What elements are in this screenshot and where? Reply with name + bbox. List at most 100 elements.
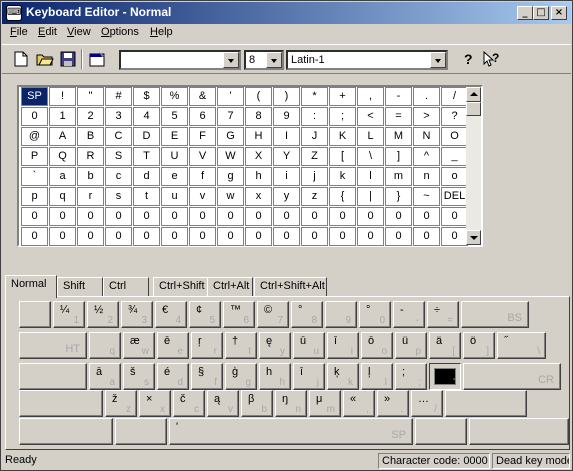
- keyboard-key[interactable]: 9: [325, 301, 357, 328]
- char-cell[interactable]: /: [441, 87, 468, 106]
- char-cell[interactable]: 9: [273, 107, 300, 126]
- char-cell[interactable]: A: [49, 127, 76, 146]
- char-cell[interactable]: X: [245, 147, 272, 166]
- char-cell[interactable]: 4: [133, 107, 160, 126]
- char-cell[interactable]: x: [245, 187, 272, 206]
- keyboard-key[interactable]: ».: [377, 390, 409, 417]
- char-cell[interactable]: e: [161, 167, 188, 186]
- keyboard-key[interactable]: ½2: [87, 301, 119, 328]
- char-cell[interactable]: 0: [357, 227, 384, 246]
- char-cell[interactable]: h: [245, 167, 272, 186]
- menu-help[interactable]: Help: [150, 26, 173, 38]
- keyboard-key[interactable]: § f: [191, 363, 223, 390]
- keyboard-key[interactable]: [19, 418, 113, 445]
- char-cell[interactable]: r: [77, 187, 104, 206]
- char-cell[interactable]: G: [217, 127, 244, 146]
- char-cell[interactable]: -: [385, 87, 412, 106]
- keyboard-key[interactable]: ˝ \: [497, 332, 546, 359]
- char-cell[interactable]: y: [273, 187, 300, 206]
- keyboard-key[interactable]: ° 8: [291, 301, 323, 328]
- char-cell[interactable]: _: [441, 147, 468, 166]
- keyboard-key[interactable]: āa: [89, 363, 121, 390]
- keyboard-key[interactable]: ŋn: [275, 390, 307, 417]
- char-cell[interactable]: 0: [161, 227, 188, 246]
- chevron-down-icon[interactable]: [223, 52, 239, 68]
- char-cell[interactable]: 0: [301, 207, 328, 226]
- chevron-down-icon[interactable]: [266, 52, 282, 68]
- char-cell[interactable]: S: [105, 147, 132, 166]
- font-size-combo[interactable]: 8: [244, 50, 284, 70]
- char-cell[interactable]: *: [301, 87, 328, 106]
- char-cell[interactable]: +: [329, 87, 356, 106]
- char-cell[interactable]: B: [77, 127, 104, 146]
- char-cell[interactable]: \: [357, 147, 384, 166]
- char-cell[interactable]: R: [77, 147, 104, 166]
- char-cell[interactable]: $: [133, 87, 160, 106]
- char-cell[interactable]: ?: [441, 107, 468, 126]
- char-cell[interactable]: Y: [273, 147, 300, 166]
- new-document-icon[interactable]: [11, 49, 31, 69]
- char-cell[interactable]: <: [357, 107, 384, 126]
- close-button[interactable]: ×: [551, 6, 567, 20]
- char-cell[interactable]: b: [77, 167, 104, 186]
- char-cell[interactable]: 0: [301, 227, 328, 246]
- keyboard-key[interactable]: ¢ 5: [189, 301, 221, 328]
- char-cell[interactable]: c: [105, 167, 132, 186]
- char-cell[interactable]: j: [301, 167, 328, 186]
- char-cell[interactable]: 0: [105, 227, 132, 246]
- char-cell[interactable]: F: [189, 127, 216, 146]
- char-cell[interactable]: ~: [413, 187, 440, 206]
- help-icon[interactable]: ?: [458, 49, 478, 69]
- keyboard-key[interactable]: žz: [105, 390, 137, 417]
- char-cell[interactable]: 3: [105, 107, 132, 126]
- char-cell[interactable]: |: [357, 187, 384, 206]
- keyboard-key[interactable]: --: [393, 301, 425, 328]
- char-cell[interactable]: E: [161, 127, 188, 146]
- char-cell[interactable]: N: [413, 127, 440, 146]
- char-cell[interactable]: ;: [329, 107, 356, 126]
- keyboard-key[interactable]: [19, 363, 87, 390]
- keyboard-key[interactable]: … /: [411, 390, 443, 417]
- char-cell[interactable]: L: [357, 127, 384, 146]
- char-cell[interactable]: 0: [133, 207, 160, 226]
- char-cell[interactable]: Q: [49, 147, 76, 166]
- char-cell[interactable]: t: [133, 187, 160, 206]
- scroll-up-icon[interactable]: [466, 87, 481, 102]
- char-cell[interactable]: !: [49, 87, 76, 106]
- char-cell[interactable]: 0: [21, 227, 48, 246]
- keyboard-key[interactable]: üp: [395, 332, 427, 359]
- char-cell[interactable]: p: [21, 187, 48, 206]
- keyboard-key[interactable]: īj: [293, 363, 325, 390]
- keyboard-key[interactable]: ąv: [207, 390, 239, 417]
- char-cell[interactable]: .: [413, 87, 440, 106]
- keyboard-key[interactable]: īi: [327, 332, 359, 359]
- char-cell[interactable]: o: [441, 167, 468, 186]
- grid-vertical-scrollbar[interactable]: [466, 87, 481, 245]
- char-cell[interactable]: 0: [357, 207, 384, 226]
- font-name-combo[interactable]: [119, 50, 241, 70]
- keyboard-key[interactable]: BS: [461, 301, 529, 328]
- keyboard-key[interactable]: ęy: [259, 332, 291, 359]
- char-cell[interactable]: ": [77, 87, 104, 106]
- char-cell[interactable]: H: [245, 127, 272, 146]
- char-cell[interactable]: 0: [273, 207, 300, 226]
- char-cell[interactable]: }: [385, 187, 412, 206]
- char-cell[interactable]: >: [413, 107, 440, 126]
- char-cell[interactable]: 0: [273, 227, 300, 246]
- keyboard-key[interactable]: ™ 6: [223, 301, 255, 328]
- char-cell[interactable]: SP: [21, 87, 48, 106]
- tab-ctrl-shift[interactable]: Ctrl+Shift: [153, 277, 208, 297]
- char-cell[interactable]: J: [301, 127, 328, 146]
- keyboard-key[interactable]: éd: [157, 363, 189, 390]
- char-cell[interactable]: ^: [413, 147, 440, 166]
- keyboard-key[interactable]: ¾3: [121, 301, 153, 328]
- tab-ctrl-alt[interactable]: Ctrl+Alt: [207, 277, 253, 297]
- char-cell[interactable]: @: [21, 127, 48, 146]
- char-cell[interactable]: ]: [385, 147, 412, 166]
- char-cell[interactable]: f: [189, 167, 216, 186]
- char-cell[interactable]: U: [161, 147, 188, 166]
- char-cell[interactable]: [: [329, 147, 356, 166]
- char-cell[interactable]: 0: [133, 227, 160, 246]
- tab-ctrl-shift-alt[interactable]: Ctrl+Shift+Alt: [254, 277, 327, 297]
- keyboard-key[interactable]: μm: [309, 390, 341, 417]
